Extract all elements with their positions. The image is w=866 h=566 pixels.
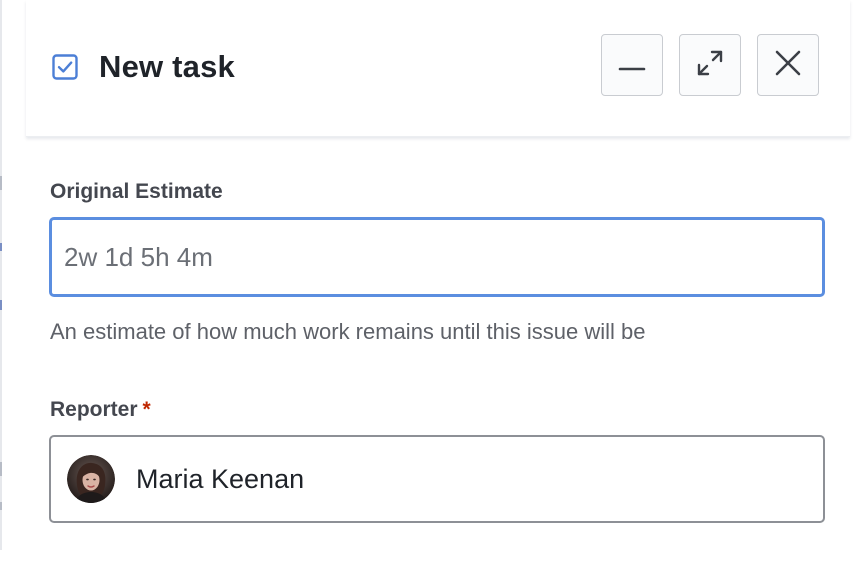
minimize-button[interactable] [601,34,663,96]
edge-marker [0,243,2,251]
close-button[interactable] [757,34,819,96]
expand-icon [695,48,725,83]
edge-marker [0,176,2,190]
original-estimate-label: Original Estimate [50,180,223,203]
reporter-label: Reporter [50,398,138,421]
edge-marker [0,502,2,510]
edge-marker [0,462,2,476]
original-estimate-input[interactable] [49,217,825,297]
dialog-actions [601,34,819,96]
reporter-label-group: Reporter * [50,398,151,422]
minimize-icon [618,49,646,82]
task-checkbox-icon [52,54,78,80]
reporter-select[interactable]: Maria Keenan [49,435,825,523]
edge-marker [0,300,2,310]
required-marker: * [142,398,151,421]
dialog-title-group: New task [52,49,235,85]
expand-button[interactable] [679,34,741,96]
close-icon [774,49,802,82]
left-panel-edge [0,0,2,550]
dialog-title: New task [99,49,235,84]
dialog-header: New task [26,0,850,137]
avatar [67,455,115,503]
create-task-dialog: New task Original Estimate 2w 1d 5h 4m A… [0,0,866,566]
reporter-name: Maria Keenan [136,463,305,494]
original-estimate-help: An estimate of how much work remains unt… [50,319,646,344]
